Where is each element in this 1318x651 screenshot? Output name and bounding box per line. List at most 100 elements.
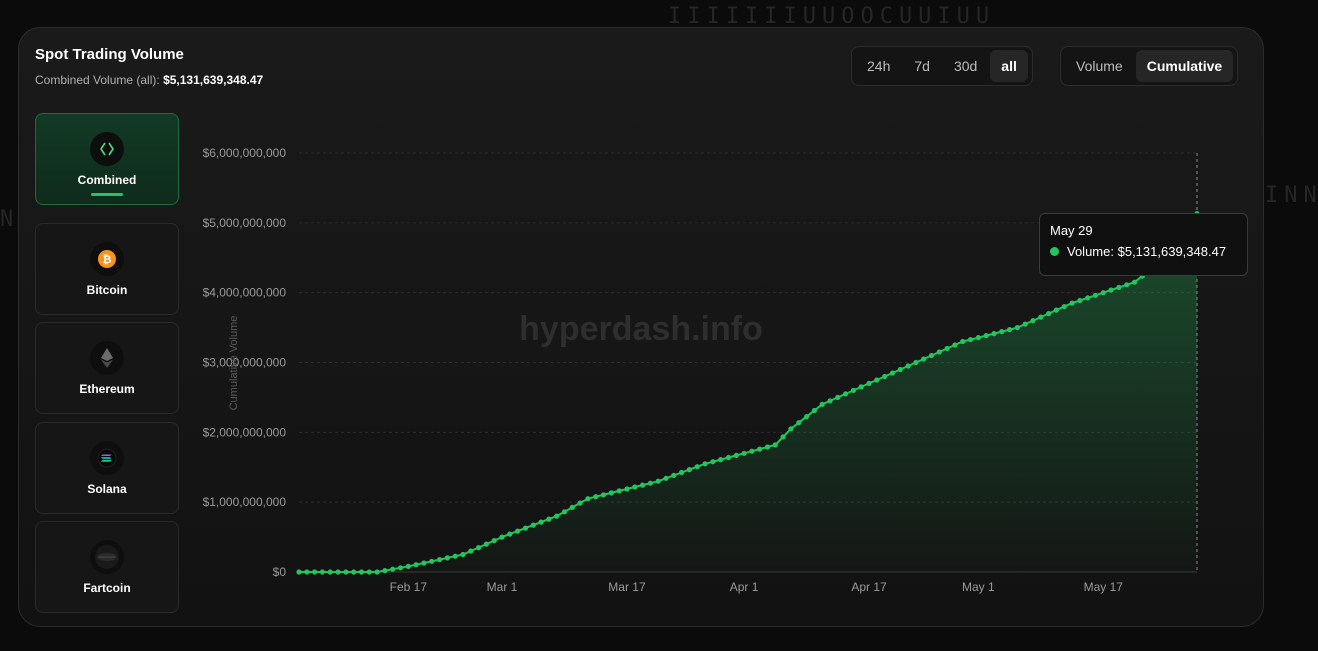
data-point bbox=[374, 569, 380, 575]
data-point bbox=[421, 560, 427, 566]
data-point bbox=[999, 329, 1005, 335]
data-point bbox=[1053, 307, 1059, 313]
data-point bbox=[944, 345, 950, 352]
data-point bbox=[819, 401, 825, 407]
data-point bbox=[561, 509, 568, 515]
data-point bbox=[319, 569, 325, 575]
data-point bbox=[312, 569, 318, 575]
data-point bbox=[1092, 292, 1099, 298]
data-point bbox=[1085, 295, 1091, 301]
data-point bbox=[608, 490, 614, 496]
data-point bbox=[983, 333, 989, 339]
x-tick-label: Mar 1 bbox=[487, 580, 518, 594]
spot-volume-card: Spot Trading Volume Combined Volume (all… bbox=[18, 27, 1264, 627]
x-tick-label: Feb 17 bbox=[390, 580, 428, 594]
data-point bbox=[1077, 297, 1083, 304]
data-point bbox=[1061, 304, 1067, 310]
data-point bbox=[905, 363, 911, 369]
data-point bbox=[749, 448, 755, 454]
data-point bbox=[928, 352, 935, 359]
data-point bbox=[413, 562, 419, 568]
data-point bbox=[577, 500, 583, 506]
data-point bbox=[1038, 314, 1044, 320]
data-point bbox=[437, 557, 443, 563]
data-point bbox=[874, 377, 880, 383]
data-point bbox=[351, 569, 357, 575]
data-point bbox=[991, 331, 997, 337]
data-point bbox=[483, 541, 489, 547]
x-tick-label: May 17 bbox=[1084, 580, 1124, 594]
data-point bbox=[632, 484, 638, 490]
data-point bbox=[780, 434, 786, 440]
background-decoration: N bbox=[0, 207, 20, 232]
data-point bbox=[1014, 325, 1021, 331]
data-point bbox=[1108, 287, 1114, 293]
y-tick-label: $6,000,000,000 bbox=[203, 146, 287, 160]
data-point bbox=[390, 566, 396, 572]
data-point bbox=[507, 531, 513, 537]
data-point bbox=[686, 467, 693, 473]
data-point bbox=[921, 356, 927, 362]
data-point bbox=[960, 338, 966, 345]
data-point bbox=[538, 519, 544, 525]
tooltip-value: $5,131,639,348.47 bbox=[1117, 244, 1227, 259]
y-axis-label: Cumulative Volume bbox=[228, 316, 240, 411]
data-point bbox=[600, 492, 607, 498]
data-point bbox=[679, 469, 685, 476]
data-point bbox=[366, 569, 372, 575]
data-point bbox=[358, 569, 365, 575]
data-point bbox=[522, 525, 529, 531]
tooltip-date: May 29 bbox=[1050, 223, 1093, 238]
data-point bbox=[304, 569, 310, 575]
data-point bbox=[647, 480, 654, 486]
tooltip-value-row: Volume: $5,131,639,348.47 bbox=[1050, 244, 1237, 259]
data-point bbox=[1007, 327, 1013, 333]
data-point bbox=[796, 420, 802, 426]
data-point bbox=[382, 568, 388, 574]
data-point bbox=[546, 516, 552, 522]
data-point bbox=[515, 528, 521, 534]
background-decoration: INN bbox=[1265, 183, 1318, 208]
data-point bbox=[741, 450, 747, 456]
x-tick-label: Apr 17 bbox=[851, 580, 887, 594]
data-point bbox=[733, 452, 739, 458]
data-point bbox=[936, 349, 942, 355]
data-point bbox=[757, 446, 763, 452]
chart-tooltip: May 29 Volume: $5,131,639,348.47 bbox=[1039, 213, 1248, 276]
data-point bbox=[897, 366, 903, 373]
x-tick-label: Apr 1 bbox=[730, 580, 759, 594]
data-point bbox=[889, 370, 896, 376]
data-point bbox=[460, 551, 466, 558]
data-point bbox=[624, 486, 630, 492]
data-point bbox=[1116, 284, 1122, 290]
data-point bbox=[554, 513, 560, 519]
data-point bbox=[671, 472, 677, 478]
data-point bbox=[913, 359, 919, 366]
data-point bbox=[452, 553, 458, 559]
data-point bbox=[772, 442, 778, 448]
data-point bbox=[429, 558, 435, 564]
data-point bbox=[468, 548, 474, 554]
data-point bbox=[843, 391, 849, 397]
y-tick-label: $2,000,000,000 bbox=[203, 425, 287, 439]
data-point bbox=[975, 335, 982, 341]
data-point bbox=[444, 555, 450, 561]
data-point bbox=[725, 454, 732, 461]
data-point bbox=[343, 569, 349, 575]
data-point bbox=[866, 380, 872, 386]
watermark: hyperdash.info bbox=[519, 310, 763, 348]
data-point bbox=[663, 475, 669, 481]
data-point bbox=[718, 457, 724, 463]
data-point bbox=[655, 478, 661, 484]
data-point bbox=[710, 459, 716, 465]
data-point bbox=[788, 426, 794, 432]
data-point bbox=[296, 569, 302, 575]
data-point bbox=[1046, 311, 1052, 317]
x-tick-label: May 1 bbox=[962, 580, 995, 594]
data-point bbox=[593, 494, 599, 500]
data-point bbox=[1100, 290, 1106, 296]
data-point bbox=[1124, 282, 1130, 288]
y-tick-label: $3,000,000,000 bbox=[203, 356, 287, 370]
data-point bbox=[882, 373, 888, 380]
data-point bbox=[804, 414, 810, 420]
